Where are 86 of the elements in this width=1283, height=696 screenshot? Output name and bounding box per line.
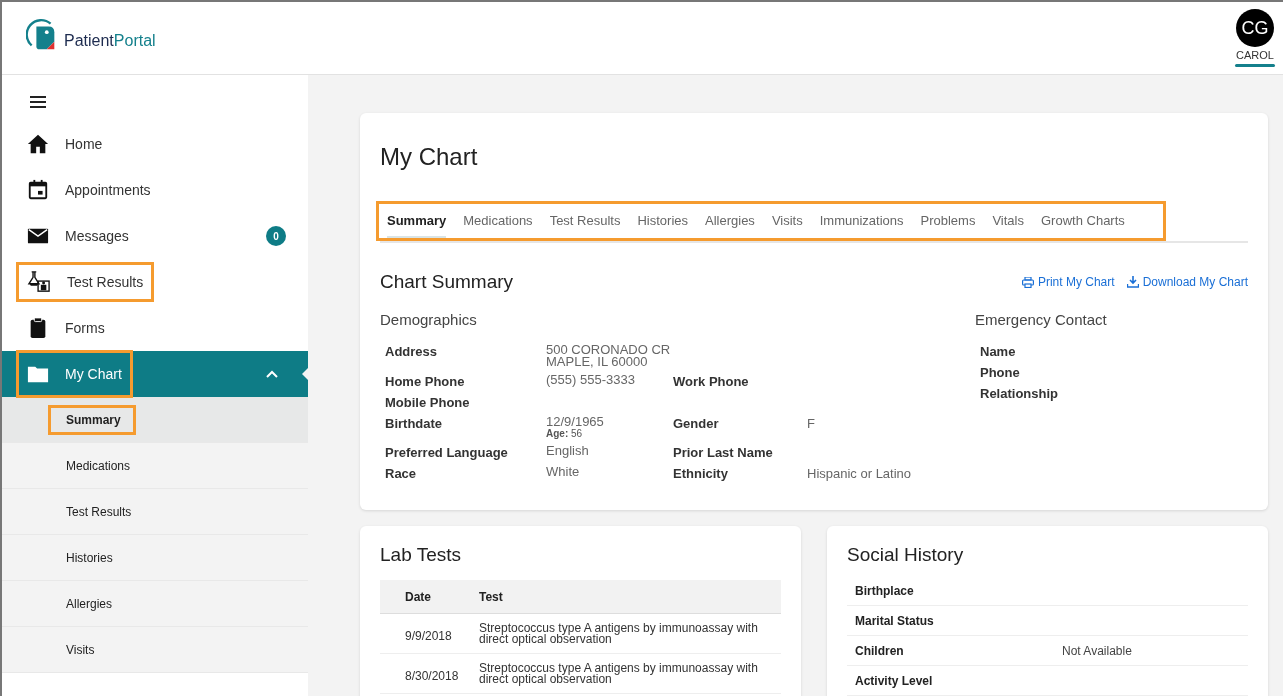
section-title: Chart Summary xyxy=(380,271,514,293)
field-label: Preferred Language xyxy=(385,445,509,460)
sub-nav-item[interactable]: Test Results xyxy=(2,489,308,535)
field-value: 12/9/1965 xyxy=(546,416,605,428)
nav-label: Test Results xyxy=(67,274,144,290)
tab[interactable]: Growth Charts xyxy=(1041,204,1125,238)
field-label: Gender xyxy=(673,416,719,431)
column-header: Test xyxy=(479,589,504,604)
field-label: Marital Status xyxy=(855,613,935,628)
brand-name: PatientPortal xyxy=(64,32,156,50)
nav-label: Home xyxy=(65,136,103,152)
nav-label: Messages xyxy=(65,228,129,244)
nav-item[interactable]: Appointments xyxy=(2,167,308,213)
home-icon xyxy=(27,133,49,155)
nav-item[interactable]: My Chart xyxy=(2,351,308,397)
sub-nav-label: Medications xyxy=(65,457,132,475)
tab[interactable]: Vitals xyxy=(992,204,1024,238)
card-title: Social History xyxy=(847,544,965,566)
field-label: Ethnicity xyxy=(673,466,728,481)
sub-nav-label: Visits xyxy=(65,641,96,659)
nav-item[interactable]: Test Results xyxy=(2,259,308,305)
field-label: Activity Level xyxy=(855,673,934,688)
nav-item[interactable]: Forms xyxy=(2,305,308,351)
table-cell-text: 8/30/2018 xyxy=(404,668,460,682)
tab[interactable]: Medications xyxy=(463,204,533,238)
table-cell-text: Streptococcus type A antigens by immunoassay with direct optical observation xyxy=(479,622,759,645)
field-value: English xyxy=(546,445,590,457)
tab[interactable]: Problems xyxy=(920,204,976,238)
nav-label: Appointments xyxy=(65,182,151,198)
sub-nav-item[interactable]: Medications xyxy=(2,443,308,489)
tab[interactable]: Allergies xyxy=(705,204,755,238)
flask-icon xyxy=(27,271,51,293)
field-value: Hispanic or Latino xyxy=(807,466,912,481)
menu-icon[interactable] xyxy=(30,96,46,108)
field-label: Address xyxy=(385,344,439,361)
age-note: Age: 56 xyxy=(546,428,584,439)
subsection-title: Demographics xyxy=(380,311,478,328)
tab[interactable]: Test Results xyxy=(549,204,621,238)
calendar-icon xyxy=(27,179,49,201)
table-cell-text: 9/9/2018 xyxy=(404,628,453,642)
field-label: Phone xyxy=(979,365,1021,380)
table-cell-text: Streptococcus type A antigens by immunoassay with direct optical observation xyxy=(479,662,759,685)
field-label: Prior Last Name xyxy=(673,445,773,460)
field-label: Birthplace xyxy=(855,583,915,598)
sub-nav-label: Test Results xyxy=(65,503,133,521)
field-value: White xyxy=(546,466,581,478)
field-label: Birthdate xyxy=(385,416,444,433)
nav-item[interactable]: Messages 0 xyxy=(2,213,308,259)
sub-nav-label: Summary xyxy=(48,404,136,435)
sub-nav-item[interactable]: Allergies xyxy=(2,581,308,627)
sub-nav-item[interactable]: Visits xyxy=(2,627,308,673)
tab[interactable]: Immunizations xyxy=(819,204,904,238)
sub-nav-item[interactable]: Summary xyxy=(2,397,308,443)
subsection-title: Emergency Contact xyxy=(975,311,1107,328)
field-label: Work Phone xyxy=(673,374,749,389)
field-value: Not Available xyxy=(1062,643,1132,658)
tab[interactable]: Summary xyxy=(387,204,447,238)
field-label: Race xyxy=(385,466,418,481)
field-value: 500 CORONADO CR MAPLE, IL 60000 xyxy=(546,344,672,368)
selection-pointer xyxy=(302,368,308,380)
chevron-up-icon[interactable] xyxy=(266,370,278,378)
user-avatar[interactable]: CG xyxy=(1236,9,1274,47)
sub-nav-label: Allergies xyxy=(65,595,114,613)
card-title: Lab Tests xyxy=(380,544,462,566)
field-value: (555) 555-3333 xyxy=(546,374,636,386)
field-label: Mobile Phone xyxy=(385,395,471,410)
count-badge: 0 xyxy=(266,226,286,246)
link[interactable]: Print My Chart xyxy=(1021,275,1115,289)
nav-item[interactable]: Home xyxy=(2,121,308,167)
column-header: Date xyxy=(404,589,432,604)
printer-icon xyxy=(1021,276,1034,288)
sub-nav-label: Histories xyxy=(65,549,114,567)
sub-nav-item[interactable]: Histories xyxy=(2,535,308,581)
field-label: Children xyxy=(855,643,905,658)
user-name: CAROL xyxy=(1236,49,1274,61)
link[interactable]: Download My Chart xyxy=(1126,275,1248,289)
download-icon xyxy=(1126,276,1139,288)
nav-label: Forms xyxy=(65,320,105,336)
page-title: My Chart xyxy=(380,143,479,171)
tab[interactable]: Histories xyxy=(637,204,688,238)
field-value: F xyxy=(807,416,815,431)
nav-label: My Chart xyxy=(65,366,122,382)
field-label: Relationship xyxy=(979,386,1059,401)
field-label: Name xyxy=(979,344,1017,359)
field-label: Home Phone xyxy=(385,374,466,389)
tab[interactable]: Visits xyxy=(771,204,803,238)
